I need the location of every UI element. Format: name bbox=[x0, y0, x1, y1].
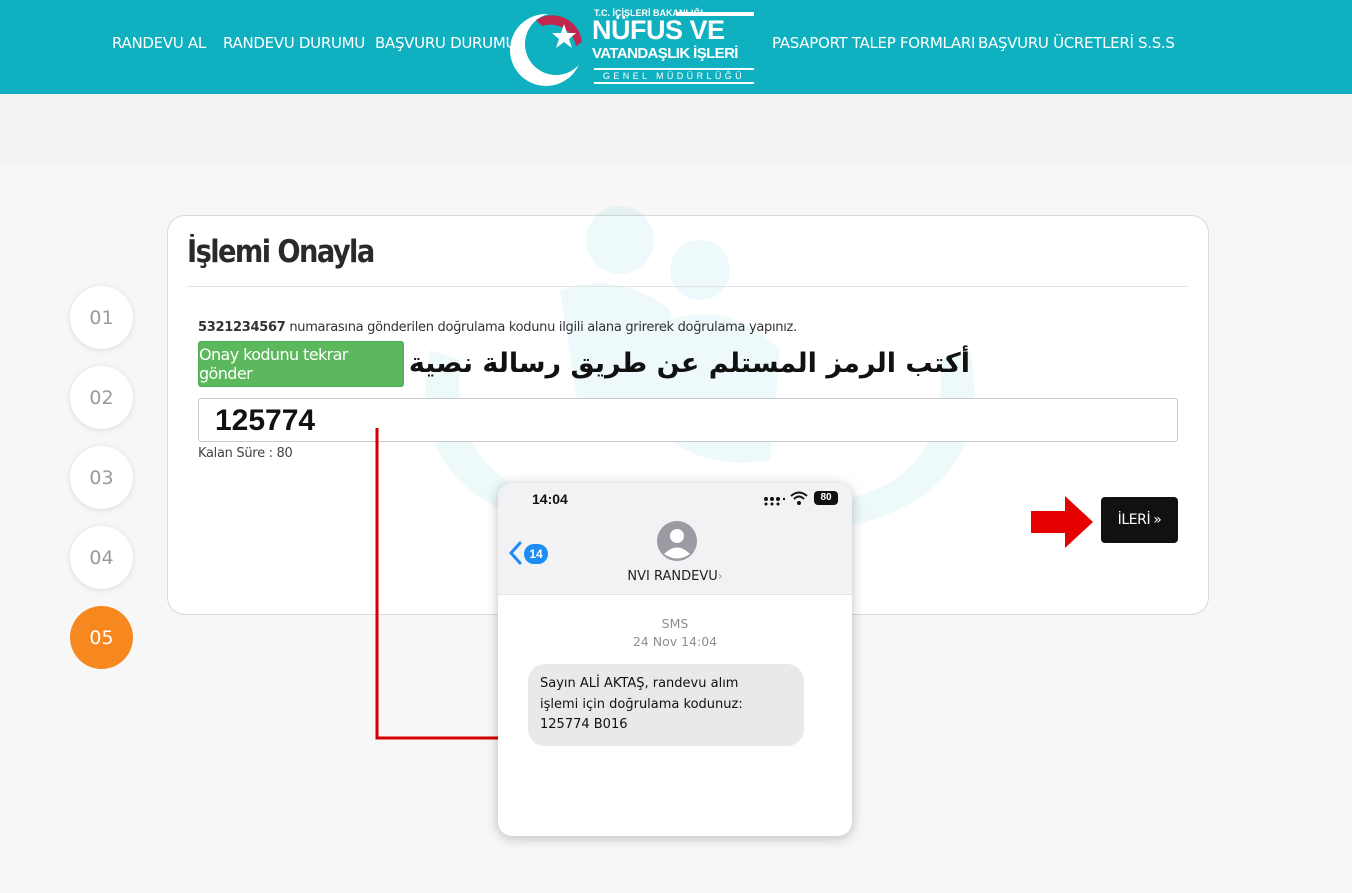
contact-name[interactable]: NVI RANDEVU› bbox=[498, 569, 852, 584]
message-channel: SMS bbox=[661, 616, 689, 631]
step-04[interactable]: 04 bbox=[70, 526, 133, 589]
chevron-right-icon: › bbox=[717, 569, 723, 583]
step-02[interactable]: 02 bbox=[70, 366, 133, 429]
step-05-active[interactable]: 05 bbox=[70, 606, 133, 669]
nav-basvuru-ucretleri[interactable]: BAŞVURU ÜCRETLERİ bbox=[978, 34, 1134, 52]
arabic-annotation: أكتب الرمز المستلم عن طريق رسالة نصية bbox=[408, 348, 970, 379]
phone-number: 5321234567 bbox=[198, 320, 286, 335]
battery-indicator: 80 bbox=[814, 491, 838, 505]
instruction-body: numarasına gönderilen doğrulama kodunu i… bbox=[289, 320, 797, 335]
contact-avatar-icon[interactable] bbox=[657, 521, 697, 561]
unread-count-badge[interactable]: 14 bbox=[524, 544, 548, 564]
step-01[interactable]: 01 bbox=[70, 286, 133, 349]
page-title: İşlemi Onayla bbox=[187, 234, 375, 270]
sms-line-3: 125774 B016 bbox=[540, 717, 628, 732]
wifi-icon bbox=[790, 491, 808, 505]
verification-code-input[interactable]: 125774 bbox=[198, 398, 1178, 442]
phone-sms-screenshot: 14:04 80 14 NVI RANDEVU› SMS 24 Nov 14:0… bbox=[498, 483, 852, 836]
nav-sss[interactable]: S.S.S bbox=[1138, 34, 1175, 52]
step-03[interactable]: 03 bbox=[70, 446, 133, 509]
red-arrow-icon bbox=[1031, 496, 1093, 548]
sms-line-2: işlemi için doğrulama kodunuz: bbox=[540, 696, 743, 712]
remaining-time: Kalan Süre : 80 bbox=[198, 446, 293, 461]
contact-name-text: NVI RANDEVU bbox=[627, 569, 718, 584]
back-chevron-icon[interactable] bbox=[508, 541, 522, 565]
next-button[interactable]: İLERİ » bbox=[1101, 497, 1178, 543]
nav-randevu-durumu[interactable]: RANDEVU DURUMU bbox=[223, 34, 365, 52]
signal-icon bbox=[764, 497, 785, 506]
nav-randevu-al[interactable]: RANDEVU AL bbox=[112, 34, 206, 52]
nav-basvuru-durumu[interactable]: BAŞVURU DURUMU bbox=[375, 34, 516, 52]
crescent-star-icon bbox=[510, 13, 587, 86]
nav-pasaport-talep-formlari[interactable]: PASAPORT TALEP FORMLARI bbox=[772, 34, 975, 52]
instruction-text: 5321234567 numarasına gönderilen doğrula… bbox=[198, 320, 797, 335]
nvi-logo[interactable]: T.C. İÇİŞLERİ BAKANLIĞI NÜFUS VE VATANDA… bbox=[508, 6, 758, 90]
logo-title-line3: GENEL MÜDÜRLÜĞÜ bbox=[594, 68, 754, 84]
sms-message-bubble: Sayın ALİ AKTAŞ, randevu alım işlemi içi… bbox=[528, 664, 804, 746]
site-header: RANDEVU AL RANDEVU DURUMU BAŞVURU DURUMU… bbox=[0, 0, 1352, 94]
title-divider bbox=[187, 286, 1188, 287]
double-chevron-right-icon: » bbox=[1153, 512, 1162, 528]
message-date: 24 Nov 14:04 bbox=[632, 634, 718, 649]
phone-clock: 14:04 bbox=[532, 491, 568, 507]
sms-line-1: Sayın ALİ AKTAŞ, randevu alım bbox=[540, 676, 739, 691]
logo-title-line1: NÜFUS VE bbox=[592, 15, 725, 45]
resend-code-button[interactable]: Onay kodunu tekrar gönder bbox=[198, 341, 404, 387]
header-spacer-band bbox=[0, 94, 1352, 164]
next-label: İLERİ bbox=[1117, 512, 1151, 528]
logo-title-line2: VATANDAŞLIK İŞLERİ bbox=[592, 45, 738, 62]
phone-header: 14:04 80 14 NVI RANDEVU› bbox=[498, 483, 852, 595]
